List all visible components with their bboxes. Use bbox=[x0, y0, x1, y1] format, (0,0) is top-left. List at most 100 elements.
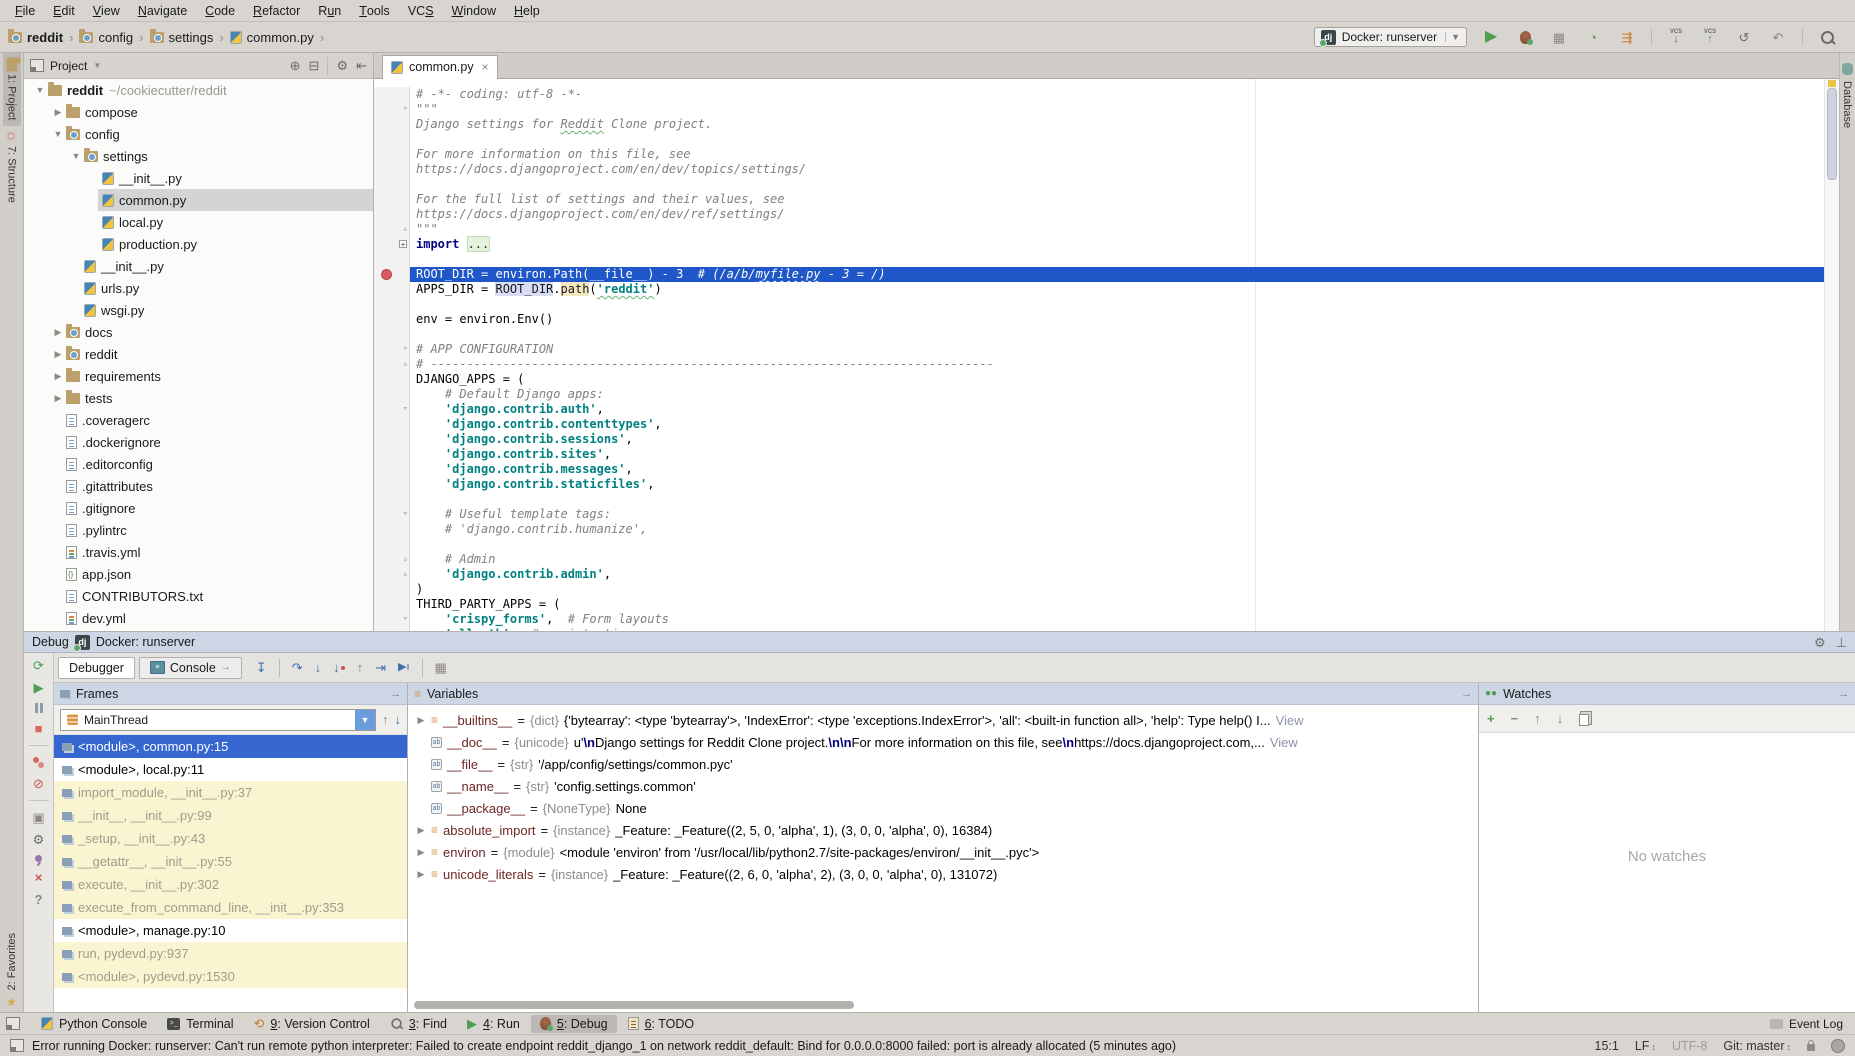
code-line[interactable]: 'django.contrib.staticfiles', bbox=[374, 477, 1824, 492]
menu-view[interactable]: View bbox=[84, 0, 129, 21]
sidebar-tab-database[interactable]: Database bbox=[1840, 53, 1854, 136]
fold-marker-icon[interactable]: ▿ bbox=[403, 102, 408, 117]
editor-gutter[interactable]: ▵ bbox=[374, 567, 410, 582]
debug-settings-gear-icon[interactable]: ⚙ bbox=[1814, 636, 1826, 649]
run-to-cursor-button[interactable]: ⇥ bbox=[375, 661, 386, 674]
layout-settings-button[interactable]: ▦ bbox=[435, 661, 447, 674]
line-ending-selector[interactable]: LF↕ bbox=[1635, 1039, 1656, 1053]
frame-row[interactable]: <module>, local.py:11 bbox=[54, 758, 407, 781]
tree-item-__init__py[interactable]: __init__.py bbox=[24, 167, 373, 189]
sidebar-tab-project[interactable]: 1: Project bbox=[3, 53, 21, 126]
project-settings-button[interactable]: ⚙ bbox=[336, 59, 348, 72]
view-link[interactable]: View bbox=[1276, 713, 1304, 728]
tree-item-reddit[interactable]: ▶reddit bbox=[24, 343, 373, 365]
expand-icon[interactable]: ▶ bbox=[416, 847, 426, 858]
editor-gutter[interactable] bbox=[374, 312, 410, 327]
notification-icon[interactable] bbox=[10, 1039, 24, 1052]
tree-item-requirements[interactable]: ▶requirements bbox=[24, 365, 373, 387]
rerun-button[interactable]: ⟳ bbox=[33, 659, 44, 672]
breakpoint-icon[interactable] bbox=[381, 269, 392, 280]
toolwindow-button-9versioncontrol[interactable]: ⟲9: Version Control bbox=[245, 1015, 379, 1033]
step-over-button[interactable]: ↷ bbox=[292, 661, 303, 674]
editor-tab-common-py[interactable]: common.py × bbox=[382, 55, 498, 79]
tab-console[interactable]: ≡ Console → bbox=[139, 657, 242, 679]
toolwindow-button-3find[interactable]: 3: Find bbox=[381, 1015, 456, 1033]
sidebar-tab-favorites[interactable]: 2: Favorites bbox=[4, 927, 20, 996]
editor-gutter[interactable] bbox=[374, 192, 410, 207]
frame-row[interactable]: run, pydevd.py:937 bbox=[54, 942, 407, 965]
code-line[interactable]: 'django.contrib.contenttypes', bbox=[374, 417, 1824, 432]
horizontal-scrollbar[interactable] bbox=[414, 1001, 854, 1009]
code-line[interactable]: ROOT_DIR = environ.Path(__file__) - 3 # … bbox=[374, 267, 1824, 282]
code-line[interactable]: ) bbox=[374, 582, 1824, 597]
search-everywhere-button[interactable] bbox=[1817, 27, 1837, 47]
editor-gutter[interactable] bbox=[374, 147, 410, 162]
debug-button[interactable] bbox=[1515, 27, 1535, 47]
editor-gutter[interactable] bbox=[374, 207, 410, 222]
lock-icon[interactable] bbox=[1807, 1044, 1815, 1051]
scrollbar-thumb[interactable] bbox=[1827, 88, 1837, 180]
mute-breakpoints-button[interactable]: ⊘ bbox=[33, 777, 44, 790]
step-into-button[interactable]: ↓ bbox=[315, 661, 322, 674]
pin-button[interactable] bbox=[35, 855, 42, 862]
tree-item-coveragerc[interactable]: .coveragerc bbox=[24, 409, 373, 431]
frame-row[interactable]: _setup, __init__.py:43 bbox=[54, 827, 407, 850]
fold-marker-icon[interactable]: ▵ bbox=[403, 222, 408, 237]
tree-item-commonpy[interactable]: common.py bbox=[24, 189, 373, 211]
fold-marker-icon[interactable]: ▵ bbox=[403, 567, 408, 582]
code-line[interactable]: DJANGO_APPS = ( bbox=[374, 372, 1824, 387]
tree-item-pylintrc[interactable]: .pylintrc bbox=[24, 519, 373, 541]
code-line[interactable]: ▵""" bbox=[374, 222, 1824, 237]
expand-icon[interactable]: ▶ bbox=[416, 825, 426, 836]
code-line[interactable] bbox=[374, 297, 1824, 312]
event-log-button[interactable]: Event Log bbox=[1770, 1017, 1849, 1031]
tree-expand-icon[interactable]: ▼ bbox=[32, 85, 48, 95]
fold-marker-icon[interactable]: ▿ bbox=[403, 402, 408, 417]
run-configuration-dropdown[interactable]: dj Docker: runserver ▼ bbox=[1314, 27, 1467, 47]
editor-gutter[interactable]: ▵ bbox=[374, 222, 410, 237]
toggle-tool-buttons-icon[interactable] bbox=[6, 1017, 20, 1030]
move-watch-up-button[interactable]: ↑ bbox=[1534, 712, 1541, 725]
code-line[interactable]: ▿ 'django.contrib.auth', bbox=[374, 402, 1824, 417]
menu-file[interactable]: File bbox=[6, 0, 44, 21]
breadcrumb-item-settings[interactable]: settings bbox=[150, 30, 214, 45]
tree-item-__init__py[interactable]: __init__.py bbox=[24, 255, 373, 277]
toolwindow-button-4run[interactable]: ▶4: Run bbox=[458, 1015, 529, 1033]
move-watch-down-button[interactable]: ↓ bbox=[1557, 712, 1564, 725]
sidebar-tab-structure[interactable]: ⬡ 7: Structure bbox=[4, 126, 20, 209]
code-line[interactable]: ▵# -------------------------------------… bbox=[374, 357, 1824, 372]
chevron-down-icon[interactable]: ▼ bbox=[355, 710, 375, 730]
debugger-settings-button[interactable]: ⚙ bbox=[33, 833, 45, 846]
run-button[interactable]: ▶ bbox=[1481, 27, 1501, 47]
frame-row[interactable]: <module>, pydevd.py:1530 bbox=[54, 965, 407, 988]
menu-tools[interactable]: Tools bbox=[350, 0, 399, 21]
editor-gutter[interactable] bbox=[374, 462, 410, 477]
tree-item-devyml[interactable]: dev.yml bbox=[24, 607, 373, 629]
fold-marker-icon[interactable]: ▵ bbox=[403, 552, 408, 567]
tree-item-productionpy[interactable]: production.py bbox=[24, 233, 373, 255]
expand-icon[interactable]: ▶ bbox=[416, 715, 426, 726]
tree-item-settings[interactable]: ▼settings bbox=[24, 145, 373, 167]
fold-marker-icon[interactable]: ▿ bbox=[403, 612, 408, 627]
git-branch-selector[interactable]: Git: master↕ bbox=[1723, 1039, 1791, 1053]
code-line[interactable]: +import ... bbox=[374, 237, 1824, 252]
close-button[interactable]: × bbox=[35, 871, 43, 884]
tree-item-reddit[interactable]: ▼reddit~/cookiecutter/reddit bbox=[24, 79, 373, 101]
code-line[interactable] bbox=[374, 132, 1824, 147]
code-line[interactable]: env = environ.Env() bbox=[374, 312, 1824, 327]
editor-gutter[interactable] bbox=[374, 537, 410, 552]
tree-item-dockerignore[interactable]: .dockerignore bbox=[24, 431, 373, 453]
tab-debugger[interactable]: Debugger bbox=[58, 657, 135, 679]
editor-gutter[interactable]: ▿ bbox=[374, 612, 410, 627]
editor-gutter[interactable]: ▿ bbox=[374, 102, 410, 117]
code-line[interactable]: ▿ 'crispy_forms', # Form layouts bbox=[374, 612, 1824, 627]
editor-gutter[interactable] bbox=[374, 447, 410, 462]
code-line[interactable] bbox=[374, 492, 1824, 507]
variable-row[interactable]: ab__package__={NoneType}None bbox=[408, 797, 1478, 819]
frame-row[interactable]: import_module, __init__.py:37 bbox=[54, 781, 407, 804]
code-line[interactable]: 'django.contrib.sites', bbox=[374, 447, 1824, 462]
menu-refactor[interactable]: Refactor bbox=[244, 0, 309, 21]
code-line[interactable]: ▵ 'django.contrib.admin', bbox=[374, 567, 1824, 582]
toolwindow-button-pythonconsole[interactable]: Python Console bbox=[32, 1015, 156, 1033]
breadcrumb-item-reddit[interactable]: reddit bbox=[8, 30, 63, 45]
